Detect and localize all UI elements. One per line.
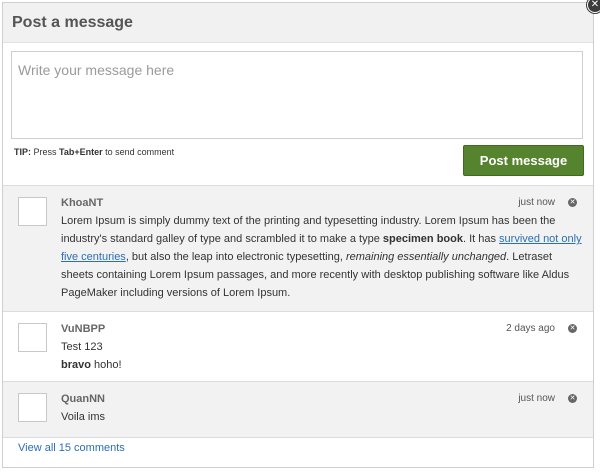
avatar: [18, 323, 47, 352]
composer: TIP: Press Tab+Enter to send comment: [3, 43, 593, 157]
message-input[interactable]: [11, 51, 583, 139]
delete-comment-icon[interactable]: ✕: [568, 394, 577, 403]
view-all-comments-link[interactable]: View all 15 comments: [18, 442, 125, 454]
comment-text: . It has: [462, 233, 500, 245]
comment-line: bravo hoho!: [61, 356, 585, 374]
delete-comment-icon[interactable]: ✕: [568, 198, 577, 207]
tip-suffix: to send comment: [102, 147, 175, 157]
comment-time: 2 days ago: [506, 323, 555, 334]
comment-bold-text: specimen book: [382, 233, 463, 245]
comment-line: Voila ims: [61, 411, 106, 423]
comment-item: KhoaNT just now ✕ Lorem Ipsum is simply …: [3, 186, 593, 312]
comment-line: Test 123: [61, 341, 103, 353]
comment-body: Voila ims: [61, 408, 585, 426]
comment-time: just now: [518, 197, 555, 208]
comment-item: QuanNN just now ✕ Voila ims: [3, 382, 593, 438]
comment-body: Lorem Ipsum is simply dummy text of the …: [61, 212, 585, 302]
post-message-dialog: Post a message TIP: Press Tab+Enter to s…: [2, 2, 594, 468]
tip-keys: Tab+Enter: [59, 147, 103, 157]
avatar: [18, 393, 47, 422]
comment-text: hoho!: [90, 359, 122, 371]
comment-list: KhoaNT just now ✕ Lorem Ipsum is simply …: [3, 185, 593, 438]
comment-italic-text: remaining essentially unchanged: [345, 251, 507, 263]
comment-text: , but also the leap into electronic type…: [125, 251, 346, 263]
comment-body: Test 123 bravo hoho!: [61, 338, 585, 374]
comment-bold-text: bravo: [61, 359, 91, 371]
post-message-button[interactable]: Post message: [463, 145, 584, 176]
comment-author: KhoaNT: [61, 197, 104, 209]
tip-label: TIP:: [14, 147, 31, 157]
dialog-title: Post a message: [12, 13, 133, 31]
close-icon[interactable]: ✕: [587, 0, 600, 13]
dialog-header: Post a message: [3, 3, 593, 43]
comment-time: just now: [518, 393, 555, 404]
tip-middle: Press: [31, 147, 60, 157]
comment-author: QuanNN: [61, 393, 105, 405]
avatar: [18, 197, 47, 226]
comment-item: VuNBPP 2 days ago ✕ Test 123 bravo hoho!: [3, 312, 593, 382]
delete-comment-icon[interactable]: ✕: [568, 324, 577, 333]
